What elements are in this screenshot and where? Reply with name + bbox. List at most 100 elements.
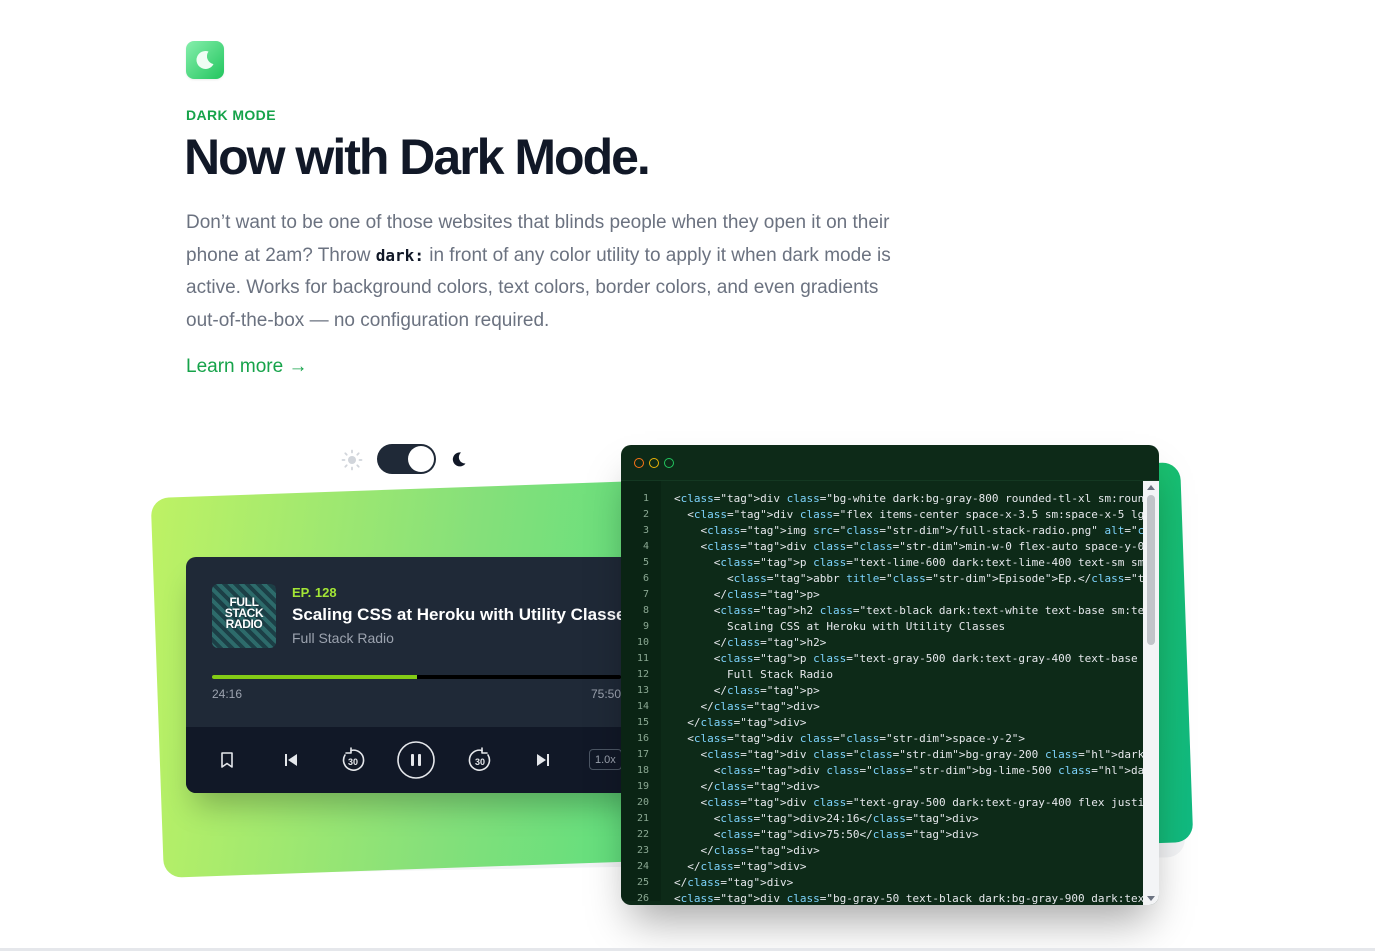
episode-number: EP. 128 xyxy=(292,585,337,600)
total-time: 75:50 xyxy=(590,687,621,701)
progress-bar[interactable] xyxy=(212,675,621,679)
line-number: 2 xyxy=(642,509,649,520)
dark-mode-toggle[interactable] xyxy=(377,444,436,474)
code-line: 14 </class="tag">div> xyxy=(621,699,1159,715)
bookmark-button[interactable] xyxy=(212,745,242,775)
code-text: <class="tag">h2 class="text-black dark:t… xyxy=(674,604,1159,617)
code-line: 1 <class="tag">div class="bg-white dark:b… xyxy=(621,491,1159,507)
window-dot-minimize xyxy=(649,457,659,468)
rewind-30-button[interactable]: 30 xyxy=(338,745,368,775)
bookmark-icon xyxy=(221,752,233,768)
code-text: <class="tag">p class="text-gray-500 dark… xyxy=(674,652,1159,665)
line-number: 20 xyxy=(636,797,649,808)
pause-icon xyxy=(397,741,435,779)
line-number: 13 xyxy=(636,685,649,696)
code-line: 5 <class="tag">p class="text-lime-600 da… xyxy=(621,555,1159,571)
line-number: 23 xyxy=(636,845,649,856)
player-controls: 30 30 1.0x xyxy=(186,727,647,793)
code-text: <class="tag">p class="text-lime-600 dark… xyxy=(674,556,1159,569)
code-line: 21 <class="tag">div>24:16</class="tag">d… xyxy=(621,811,1159,827)
pause-button[interactable] xyxy=(397,741,435,779)
line-number: 14 xyxy=(636,701,649,712)
code-text: Scaling CSS at Heroku with Utility Class… xyxy=(674,620,1006,633)
code-line: 18 <class="tag">div class="class="str-di… xyxy=(621,763,1159,779)
toggle-knob xyxy=(408,446,434,472)
current-time: 24:16 xyxy=(212,687,243,701)
code-text: <class="tag">div class="bg-gray-50 text-… xyxy=(674,892,1159,905)
dark-variant-code: dark: xyxy=(375,245,424,265)
episode-title: Scaling CSS at Heroku with Utility Class… xyxy=(292,605,635,624)
window-dot-close xyxy=(634,457,644,468)
scroll-down-arrow-icon[interactable] xyxy=(1147,896,1155,901)
next-button[interactable] xyxy=(528,745,558,775)
playback-speed-button[interactable]: 1.0x xyxy=(589,749,622,770)
code-text: <class="tag">abbr title="class="str-dim"… xyxy=(674,572,1159,585)
code-text: </class="tag">p> xyxy=(674,684,820,697)
code-text: <class="tag">div>24:16</class="tag">div> xyxy=(674,812,979,825)
code-text: </class="tag">div> xyxy=(674,860,807,873)
svg-text:30: 30 xyxy=(475,757,485,767)
line-number: 24 xyxy=(636,861,649,872)
code-text: Full Stack Radio xyxy=(674,668,833,681)
code-line: 16 <class="tag">div class="class="str-di… xyxy=(621,731,1159,747)
code-editor-window: 1 <class="tag">div class="bg-white dark:b… xyxy=(621,445,1159,905)
code-line: 25 </class="tag">div> xyxy=(621,875,1159,891)
code-text: </class="tag">div> xyxy=(674,716,807,729)
learn-more-link[interactable]: Learn more → xyxy=(186,356,307,378)
code-line: 11 <class="tag">p class="text-gray-500 d… xyxy=(621,651,1159,667)
code-line: 26 <class="tag">div class="bg-gray-50 tex… xyxy=(621,891,1159,905)
code-text: <class="tag">div>75:50</class="tag">div> xyxy=(674,828,979,841)
previous-icon xyxy=(285,754,297,766)
line-number: 11 xyxy=(636,653,649,664)
line-number: 1 xyxy=(642,493,649,504)
line-number: 9 xyxy=(642,621,649,632)
code-text: </class="tag">div> xyxy=(674,844,820,857)
code-text: </class="tag">div> xyxy=(674,780,820,793)
code-line: 19 </class="tag">div> xyxy=(621,779,1159,795)
line-number: 6 xyxy=(642,573,649,584)
code-line: 8 <class="tag">h2 class="text-black dark… xyxy=(621,603,1159,619)
line-number: 17 xyxy=(636,749,649,760)
show-name: Full Stack Radio xyxy=(292,630,394,646)
line-number: 5 xyxy=(642,557,649,568)
code-line: 20 <class="tag">div class="text-gray-500… xyxy=(621,795,1159,811)
dark-mode-app-icon xyxy=(186,41,224,79)
code-text: <class="tag">div class="flex items-cente… xyxy=(674,508,1159,521)
code-line: 22 <class="tag">div>75:50</class="tag">d… xyxy=(621,827,1159,843)
code-line: 6 <class="tag">abbr title="class="str-di… xyxy=(621,571,1159,587)
line-number: 19 xyxy=(636,781,649,792)
episode-cover-art: FULL STACK RADIO xyxy=(212,584,276,648)
line-number: 18 xyxy=(636,765,649,776)
code-text: </class="tag">div> xyxy=(674,876,794,889)
code-line: 15 </class="tag">div> xyxy=(621,715,1159,731)
section-eyebrow: DARK MODE xyxy=(186,107,276,123)
code-text: <class="tag">img src="class="str-dim">/f… xyxy=(674,524,1159,537)
code-text: </class="tag">h2> xyxy=(674,636,827,649)
code-line: 24 </class="tag">div> xyxy=(621,859,1159,875)
code-line: 12 Full Stack Radio xyxy=(621,667,1159,683)
next-icon xyxy=(537,754,549,766)
scroll-up-arrow-icon[interactable] xyxy=(1147,485,1155,490)
section-description: Don’t want to be one of those websites t… xyxy=(186,207,896,337)
code-line: 9 Scaling CSS at Heroku with Utility Cla… xyxy=(621,619,1159,635)
scrollbar-thumb[interactable] xyxy=(1147,495,1155,645)
code-line: 17 <class="tag">div class="class="str-di… xyxy=(621,747,1159,763)
code-text: </class="tag">div> xyxy=(674,700,820,713)
previous-button[interactable] xyxy=(276,745,306,775)
code-line: 2 <class="tag">div class="flex items-cen… xyxy=(621,507,1159,523)
line-number: 8 xyxy=(642,605,649,616)
line-number: 15 xyxy=(636,717,649,728)
progress-bar-fill xyxy=(212,675,417,679)
moon-icon xyxy=(452,452,466,467)
code-line: 23 </class="tag">div> xyxy=(621,843,1159,859)
code-line: 4 <class="tag">div class="class="str-dim… xyxy=(621,539,1159,555)
code-text: <class="tag">div class="class="str-dim">… xyxy=(674,748,1159,761)
line-number: 16 xyxy=(636,733,649,744)
forward-30-button[interactable]: 30 xyxy=(465,745,495,775)
code-line: 10 </class="tag">h2> xyxy=(621,635,1159,651)
line-number: 21 xyxy=(636,813,649,824)
line-number: 4 xyxy=(642,541,649,552)
cover-art-text: FULL STACK RADIO xyxy=(224,595,264,631)
line-number: 10 xyxy=(636,637,649,648)
code-scrollbar[interactable] xyxy=(1143,481,1159,905)
